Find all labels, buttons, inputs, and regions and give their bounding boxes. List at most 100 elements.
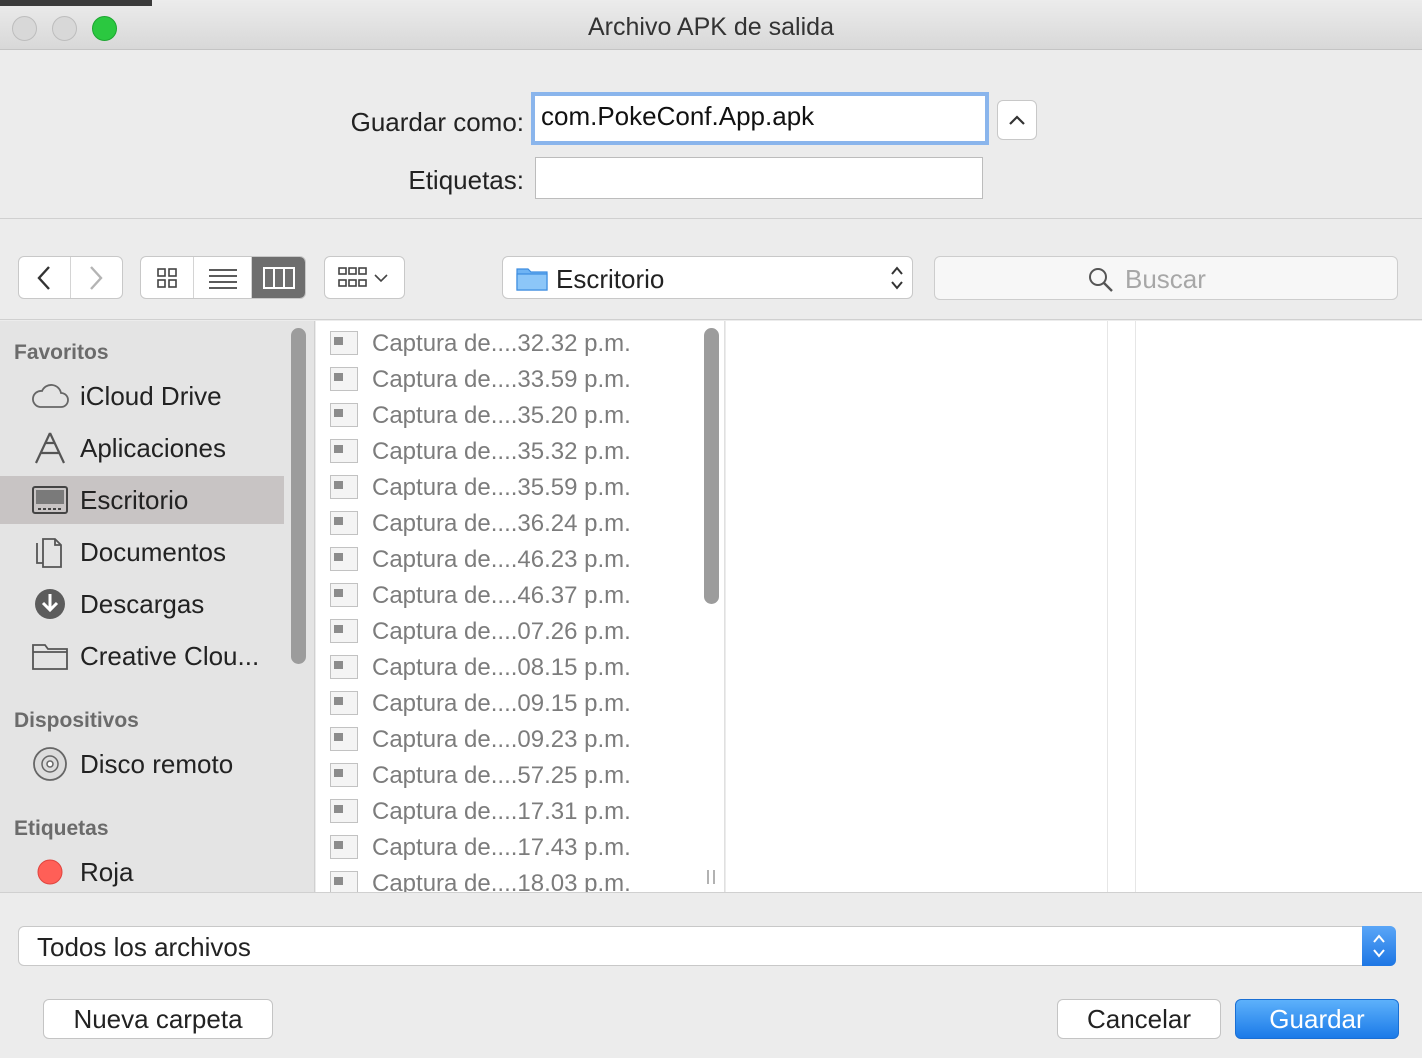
search-icon xyxy=(1089,268,1113,292)
sidebar-item-documents[interactable]: Documentos xyxy=(0,528,284,576)
file-format-popup[interactable]: Todos los archivos xyxy=(18,926,1396,966)
sidebar-item-desktop[interactable]: Escritorio xyxy=(0,476,284,524)
save-button[interactable]: Guardar xyxy=(1235,999,1399,1039)
column-view-button[interactable] xyxy=(252,257,305,298)
sidebar-item-creative-cloud[interactable]: Creative Clou... xyxy=(0,632,284,680)
file-row[interactable]: Captura de....35.32 p.m. xyxy=(316,433,706,469)
file-thumbnail-icon xyxy=(330,655,358,679)
file-row[interactable]: Captura de....32.32 p.m. xyxy=(316,325,706,361)
file-thumbnail-icon xyxy=(330,439,358,463)
file-name: Captura de....35.32 p.m. xyxy=(372,438,631,465)
up-down-chevron-icon xyxy=(891,266,903,290)
red-tag-icon xyxy=(31,856,69,888)
location-name: Escritorio xyxy=(556,264,665,294)
file-row[interactable]: Captura de....18.03 p.m. xyxy=(316,865,706,892)
file-name: Captura de....36.24 p.m. xyxy=(372,510,631,537)
sidebar-scrollbar[interactable] xyxy=(291,328,306,664)
view-mode-buttons xyxy=(140,256,306,299)
file-thumbnail-icon xyxy=(330,871,358,892)
sidebar-item-remote-disc[interactable]: Disco remoto xyxy=(0,740,284,788)
file-column: Captura de....32.32 p.m. Captura de....33… xyxy=(316,321,725,892)
search-placeholder: Buscar xyxy=(1125,264,1206,294)
file-name: Captura de....33.59 p.m. xyxy=(372,366,631,393)
file-row[interactable]: Captura de....46.23 p.m. xyxy=(316,541,706,577)
file-thumbnail-icon xyxy=(330,367,358,391)
chevron-up-icon xyxy=(1009,115,1025,125)
file-name: Captura de....57.25 p.m. xyxy=(372,762,631,789)
cloud-icon xyxy=(31,380,69,412)
file-row[interactable]: Captura de....17.31 p.m. xyxy=(316,793,706,829)
preview-column xyxy=(726,321,1108,892)
favorites-header: Favoritos xyxy=(14,341,109,364)
sidebar-item-label: Creative Clou... xyxy=(80,641,260,671)
file-thumbnail-icon xyxy=(330,403,358,427)
documents-icon xyxy=(31,536,69,568)
file-row[interactable]: Captura de....08.15 p.m. xyxy=(316,649,706,685)
search-field[interactable]: Buscar xyxy=(934,256,1398,300)
file-row[interactable]: Captura de....09.23 p.m. xyxy=(316,721,706,757)
icon-view-button[interactable] xyxy=(141,257,194,298)
up-down-chevron-icon xyxy=(1373,934,1385,958)
tags-header: Etiquetas xyxy=(14,817,109,840)
file-row[interactable]: Captura de....07.26 p.m. xyxy=(316,613,706,649)
sidebar-item-label: Disco remoto xyxy=(80,749,234,779)
list-icon xyxy=(208,268,237,289)
file-name: Captura de....35.59 p.m. xyxy=(372,474,631,501)
grid-icon xyxy=(157,267,177,288)
sidebar-item-label: iCloud Drive xyxy=(80,381,222,411)
column-resize-handle[interactable] xyxy=(704,869,718,885)
sidebar-item-applications[interactable]: Aplicaciones xyxy=(0,424,284,472)
file-name: Captura de....18.03 p.m. xyxy=(372,870,631,892)
background-window-strip xyxy=(0,0,152,6)
sidebar: Favoritos iCloud Drive Aplicaciones Escr… xyxy=(0,321,315,892)
cancel-button[interactable]: Cancelar xyxy=(1057,999,1221,1039)
window-title: Archivo APK de salida xyxy=(588,13,834,41)
applications-icon xyxy=(31,432,69,464)
sidebar-item-label: Escritorio xyxy=(80,485,189,515)
file-row[interactable]: Captura de....46.37 p.m. xyxy=(316,577,706,613)
sidebar-item-tag-red[interactable]: Roja xyxy=(0,848,284,892)
file-row[interactable]: Captura de....33.59 p.m. xyxy=(316,361,706,397)
expand-dialog-button[interactable] xyxy=(997,100,1037,140)
filename-input[interactable]: com.PokeConf.App.apk xyxy=(531,92,989,145)
column-divider xyxy=(1108,321,1136,892)
sidebar-item-label: Aplicaciones xyxy=(80,433,226,463)
group-button[interactable] xyxy=(324,256,405,299)
file-row[interactable]: Captura de....35.59 p.m. xyxy=(316,469,706,505)
sidebar-item-label: Roja xyxy=(80,857,134,887)
folder-icon xyxy=(31,640,69,672)
file-row[interactable]: Captura de....09.15 p.m. xyxy=(316,685,706,721)
devices-header: Dispositivos xyxy=(14,709,139,732)
file-thumbnail-icon xyxy=(330,547,358,571)
file-row[interactable]: Captura de....35.20 p.m. xyxy=(316,397,706,433)
chevron-left-icon xyxy=(37,265,51,290)
location-popup[interactable]: Escritorio xyxy=(502,256,913,299)
downloads-icon xyxy=(31,588,69,620)
back-button[interactable] xyxy=(19,257,71,298)
tags-input[interactable] xyxy=(535,157,983,199)
file-row[interactable]: Captura de....57.25 p.m. xyxy=(316,757,706,793)
file-thumbnail-icon xyxy=(330,511,358,535)
file-column-scrollbar[interactable] xyxy=(704,328,719,604)
file-name: Captura de....09.23 p.m. xyxy=(372,726,631,753)
sidebar-item-downloads[interactable]: Descargas xyxy=(0,580,284,628)
file-name: Captura de....09.15 p.m. xyxy=(372,690,631,717)
file-thumbnail-icon xyxy=(330,475,358,499)
file-name: Captura de....46.37 p.m. xyxy=(372,582,631,609)
file-thumbnail-icon xyxy=(330,727,358,751)
forward-button[interactable] xyxy=(71,257,123,298)
popup-arrows xyxy=(1362,926,1396,966)
file-thumbnail-icon xyxy=(330,763,358,787)
file-row[interactable]: Captura de....36.24 p.m. xyxy=(316,505,706,541)
file-thumbnail-icon xyxy=(330,799,358,823)
columns-icon xyxy=(262,266,295,289)
file-name: Captura de....17.43 p.m. xyxy=(372,834,631,861)
sidebar-item-icloud-drive[interactable]: iCloud Drive xyxy=(0,372,284,420)
save-as-label: Guardar como: xyxy=(350,107,524,137)
new-folder-button[interactable]: Nueva carpeta xyxy=(43,999,273,1039)
sidebar-item-label: Descargas xyxy=(80,589,205,619)
file-format-value: Todos los archivos xyxy=(37,932,251,962)
file-name: Captura de....35.20 p.m. xyxy=(372,402,631,429)
list-view-button[interactable] xyxy=(194,257,252,298)
file-row[interactable]: Captura de....17.43 p.m. xyxy=(316,829,706,865)
